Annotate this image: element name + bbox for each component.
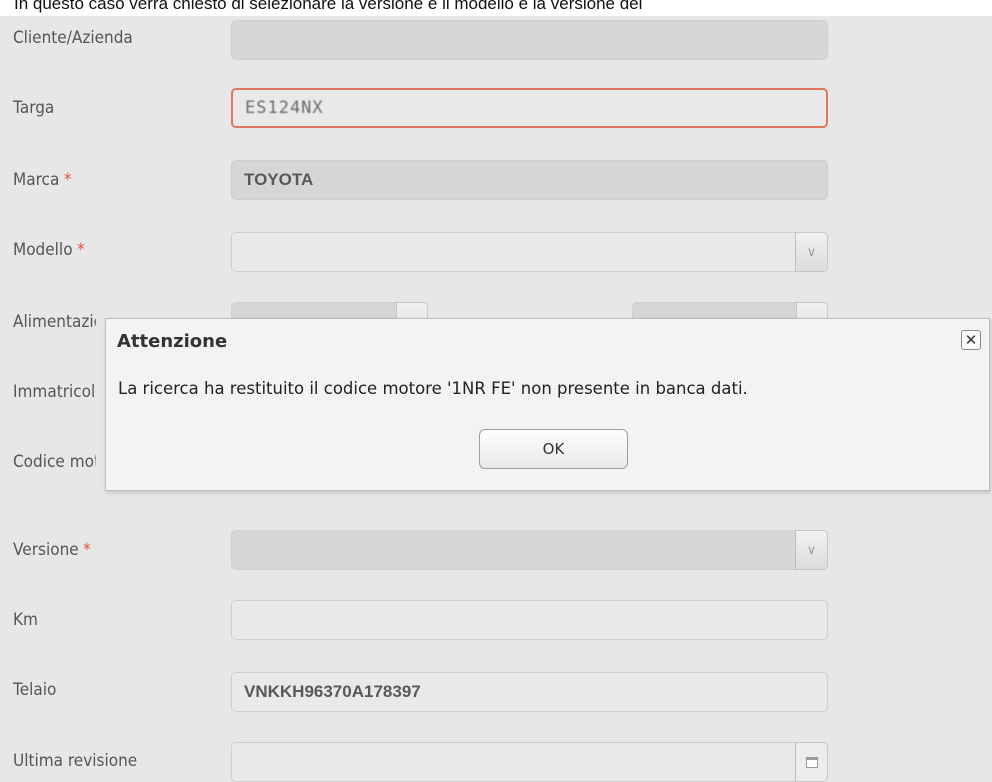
dialog-message: La ricerca ha restituito il codice motor… xyxy=(118,379,748,398)
required-asterisk: * xyxy=(83,540,91,560)
label-text: Modello xyxy=(13,240,73,260)
chevron-down-icon: ∨ xyxy=(806,244,817,260)
attention-dialog: Attenzione ✕ La ricerca ha restituito il… xyxy=(105,318,990,491)
targa-field[interactable]: ES124NX xyxy=(231,88,828,128)
label-cliente-azienda: Cliente/Azienda xyxy=(13,28,133,48)
ultima-revisione-field[interactable] xyxy=(231,742,803,782)
close-icon[interactable]: ✕ xyxy=(961,330,981,350)
ok-button[interactable]: OK xyxy=(479,429,628,469)
dialog-title: Attenzione xyxy=(117,331,228,352)
label-ultima-revisione: Ultima revisione xyxy=(13,751,137,771)
label-text: Codice motore xyxy=(13,452,96,472)
chevron-down-icon: ∨ xyxy=(806,542,817,558)
telaio-field[interactable]: VNKKH96370A178397 xyxy=(231,672,828,712)
versione-select[interactable] xyxy=(231,530,803,570)
label-alimentazione: Alimentazione xyxy=(13,312,96,332)
label-km: Km xyxy=(13,610,38,630)
label-telaio: Telaio xyxy=(13,680,56,700)
label-text: Immatricolazione xyxy=(13,382,96,402)
required-asterisk: * xyxy=(63,170,72,190)
modello-dropdown-button[interactable]: ∨ xyxy=(795,232,828,272)
date-picker-button[interactable] xyxy=(795,742,828,782)
label-text: Cliente/Azienda xyxy=(13,28,133,48)
calendar-icon xyxy=(805,756,818,768)
versione-dropdown-button[interactable]: ∨ xyxy=(795,530,828,570)
modello-select[interactable] xyxy=(231,232,803,272)
label-text: Ultima revisione xyxy=(13,751,138,771)
label-marca: Marca * xyxy=(13,170,71,190)
label-text: Versione xyxy=(13,540,79,560)
required-asterisk: * xyxy=(77,240,85,260)
label-codice-motore: Codice motore xyxy=(13,452,96,472)
top-instruction-text: In questo caso verrà chiesto di selezion… xyxy=(0,0,992,16)
km-field[interactable] xyxy=(231,600,828,640)
label-targa: Targa xyxy=(13,98,54,118)
label-versione: Versione * xyxy=(13,540,91,560)
label-text: Targa xyxy=(13,98,55,118)
cliente-azienda-field[interactable] xyxy=(231,20,828,60)
label-text: Telaio xyxy=(13,680,57,700)
targa-value: ES124NX xyxy=(245,98,324,118)
label-text: Marca xyxy=(13,170,60,190)
label-immatricolazione: Immatricolazione xyxy=(13,382,96,402)
marca-field[interactable]: TOYOTA xyxy=(231,160,828,200)
label-text: Km xyxy=(13,610,38,630)
label-text: Alimentazione xyxy=(13,312,96,332)
label-modello: Modello * xyxy=(13,240,85,260)
